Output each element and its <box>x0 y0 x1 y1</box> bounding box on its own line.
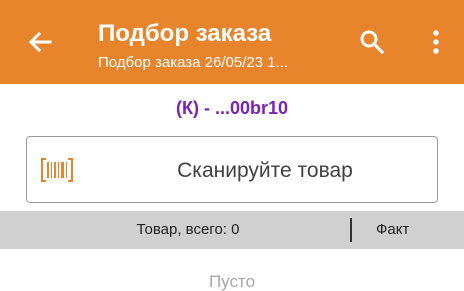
column-divider <box>350 218 352 242</box>
barcode-scan-icon <box>41 158 73 182</box>
app-bar: Подбор заказа Подбор заказа 26/05/23 1..… <box>0 0 464 84</box>
more-options-button[interactable] <box>424 26 448 58</box>
document-id: (К) - ...00br10 <box>175 98 289 118</box>
page-subtitle: Подбор заказа 26/05/23 1... <box>98 54 289 71</box>
back-button[interactable] <box>24 26 56 58</box>
arrow-left-icon <box>28 31 52 53</box>
empty-list-text: Пусто <box>208 272 256 291</box>
page-title: Подбор заказа <box>98 20 272 47</box>
search-button[interactable] <box>358 28 386 56</box>
more-vertical-icon <box>433 30 439 54</box>
scan-label: Сканируйте товар <box>177 159 353 182</box>
fact-column-label: Факт <box>376 221 410 238</box>
search-icon <box>360 30 385 55</box>
scan-product-button[interactable]: Сканируйте товар <box>26 136 438 203</box>
table-header: Товар, всего: 0 Факт <box>0 211 464 249</box>
total-count-label: Товар, всего: 0 <box>136 221 240 238</box>
